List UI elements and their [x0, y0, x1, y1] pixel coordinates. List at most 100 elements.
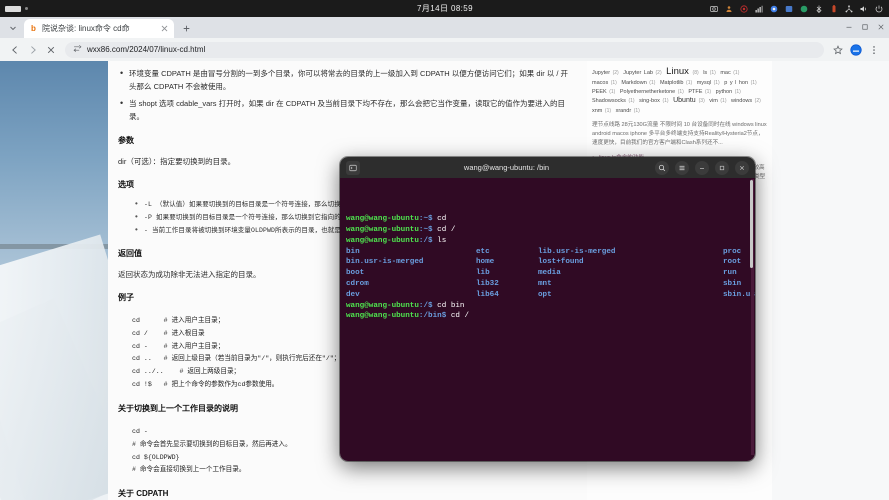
- tag-link[interactable]: xnm (1): [592, 107, 611, 116]
- tag-link[interactable]: sing-box (1): [639, 97, 668, 106]
- app-indicator-dot-icon: [25, 7, 28, 10]
- terminal-ls-entry: lib64: [476, 290, 499, 299]
- tag-label: xnm: [592, 107, 605, 114]
- tag-label: python: [715, 88, 735, 95]
- tag-link[interactable]: Shadowsocks (1): [592, 97, 635, 106]
- app-icon[interactable]: [800, 5, 808, 13]
- tag-link[interactable]: mysql (1): [697, 79, 720, 88]
- tag-count: (1): [649, 80, 656, 87]
- folder-icon[interactable]: [785, 5, 793, 13]
- page-right-gutter: [772, 61, 889, 500]
- tag-link[interactable]: windows (2): [731, 97, 761, 106]
- tag-link[interactable]: ls (1): [703, 69, 716, 78]
- power-icon[interactable]: [875, 5, 883, 13]
- hamburger-icon[interactable]: [675, 160, 689, 175]
- user-icon[interactable]: [725, 5, 733, 13]
- terminal-output[interactable]: wang@wang-ubuntu:~$ cd wang@wang-ubuntu:~…: [340, 178, 755, 461]
- minimize-icon[interactable]: [695, 160, 709, 175]
- tag-count: (2): [754, 98, 761, 105]
- section-heading-params: 参数: [118, 135, 134, 145]
- battery-icon[interactable]: [830, 4, 838, 13]
- tag-link[interactable]: Matplotlib (1): [660, 79, 692, 88]
- terminal-ls-entry: lib: [476, 269, 490, 278]
- minimize-icon[interactable]: [841, 17, 857, 36]
- terminal-ls-entry: boot: [346, 269, 365, 278]
- new-tab-button[interactable]: [178, 20, 194, 36]
- tag-link[interactable]: xrandr (1): [616, 107, 640, 116]
- terminal-command: ls: [432, 236, 447, 245]
- bluetooth-icon[interactable]: [815, 5, 823, 13]
- list-item: 当 shopt 选项 cdable_vars 打开时，如果 dir 在 CDPA…: [118, 96, 573, 123]
- screenshot-icon[interactable]: [710, 5, 718, 13]
- maximize-icon[interactable]: [857, 17, 873, 36]
- tag-link[interactable]: PEEK (1): [592, 88, 615, 97]
- terminal-ls-entry: opt: [538, 290, 552, 299]
- tag-label: vim: [709, 98, 721, 105]
- site-info-icon[interactable]: [73, 44, 82, 55]
- tag-link[interactable]: vim (1): [709, 97, 726, 106]
- tag-link[interactable]: Polyethernetherketone (1): [620, 88, 684, 97]
- tag-count: (1): [733, 70, 740, 76]
- tag-link[interactable]: mac (1): [720, 69, 739, 78]
- tag-link[interactable]: macos (1): [592, 79, 617, 88]
- terminal-line: wang@wang-ubuntu:/$ ls: [346, 236, 749, 247]
- bookmark-star-icon[interactable]: [829, 41, 847, 59]
- search-icon[interactable]: [655, 160, 669, 175]
- chrome-icon[interactable]: [770, 5, 778, 13]
- terminal-icon[interactable]: [346, 160, 360, 175]
- tag-count: (3): [698, 98, 705, 105]
- os-clock[interactable]: 7月14日 08:59: [180, 3, 710, 14]
- avatar[interactable]: [847, 41, 865, 59]
- terminal-command: cd /: [432, 226, 456, 235]
- terminal-prompt-user: wang@wang-ubuntu: [346, 301, 419, 310]
- scrollbar-thumb[interactable]: [750, 180, 753, 268]
- tag-label: windows: [731, 98, 755, 105]
- close-icon[interactable]: [160, 24, 169, 33]
- tag-count: (1): [609, 88, 616, 95]
- terminal-ls-entry: mnt: [538, 280, 552, 289]
- forward-icon[interactable]: [24, 41, 42, 59]
- browser-tab[interactable]: b 院说杂谈: linux命令 cd命: [24, 19, 174, 38]
- terminal-prompt-path: :/bin$: [418, 312, 447, 321]
- close-window-icon[interactable]: [873, 17, 889, 36]
- tab-title: 院说杂谈: linux命令 cd命: [42, 24, 130, 33]
- terminal-line: wang@wang-ubuntu:/bin$ cd /: [346, 311, 749, 322]
- tag-label: macos: [592, 80, 611, 87]
- tag-link[interactable]: python (1): [716, 88, 741, 97]
- back-icon[interactable]: [6, 41, 24, 59]
- tag-link[interactable]: p y l hon (1): [724, 79, 756, 88]
- tag-link[interactable]: PTFE (1): [688, 88, 711, 97]
- tag-count: (1): [713, 80, 720, 87]
- tag-label: Jupyter Lab: [623, 70, 656, 76]
- tag-link[interactable]: Jupyter (2): [592, 69, 619, 78]
- tag-count: (1): [720, 98, 727, 105]
- tag-link[interactable]: Ubuntu (3): [673, 96, 705, 107]
- browser-menu-icon[interactable]: [865, 41, 883, 59]
- terminal-window[interactable]: wang@wang-ubuntu: /bin wang@wang-ubuntu:…: [340, 157, 755, 461]
- address-bar[interactable]: wxx86.com/2024/07/linux-cd.html: [65, 41, 824, 58]
- os-bar-left: [0, 5, 180, 12]
- terminal-titlebar: wang@wang-ubuntu: /bin: [340, 157, 755, 178]
- terminal-line: wang@wang-ubuntu:~$ cd: [346, 214, 749, 225]
- page-viewport: 环境变量 CDPATH 是由冒号分割的一到多个目录，你可以将常去的目录的上一级加…: [0, 61, 889, 500]
- tag-label: PTFE: [688, 88, 705, 95]
- activities-icon[interactable]: [5, 5, 21, 12]
- tag-link[interactable]: Markdown (1): [621, 79, 655, 88]
- signal-icon[interactable]: [755, 5, 763, 13]
- url-text: wxx86.com/2024/07/linux-cd.html: [87, 45, 206, 54]
- network-icon[interactable]: [845, 4, 853, 13]
- section-heading-cdpath: 关于 CDPATH: [118, 489, 169, 499]
- record-icon[interactable]: [740, 4, 748, 13]
- tag-label: Ubuntu: [673, 97, 699, 105]
- volume-icon[interactable]: [860, 5, 868, 13]
- tag-link[interactable]: Jupyter Lab (2): [623, 69, 661, 78]
- tab-search-button[interactable]: [4, 19, 22, 37]
- stop-loading-icon[interactable]: [42, 41, 60, 59]
- maximize-icon[interactable]: [715, 160, 729, 175]
- terminal-scrollbar[interactable]: [750, 179, 754, 455]
- terminal-ls-row: bin.usr-is-mergedhomelost+foundrootsrvva…: [346, 257, 749, 268]
- sidebar-promo-block: 理节点线路 28元130G流量 不限时间 10 台设备同时在线 windows …: [592, 121, 767, 148]
- tag-link[interactable]: Linux (8): [666, 65, 698, 79]
- close-icon[interactable]: [735, 160, 749, 175]
- terminal-prompt-path: :/$: [418, 301, 433, 310]
